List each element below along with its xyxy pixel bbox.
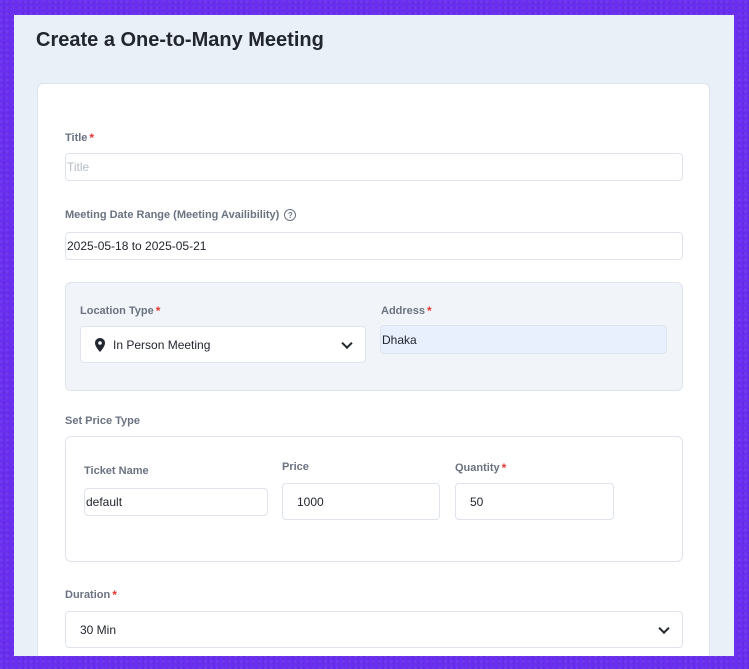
ticket-name-input[interactable]: default [84, 488, 268, 516]
date-range-label: Meeting Date Range (Meeting Availibility… [65, 209, 297, 221]
title-label: Title * [65, 131, 94, 145]
required-marker: * [155, 304, 161, 318]
required-marker: * [501, 461, 507, 475]
quantity-input[interactable]: 50 [455, 483, 614, 520]
required-marker: * [89, 131, 95, 145]
duration-select[interactable]: 30 Min [65, 611, 683, 648]
address-label: Address * [381, 304, 432, 318]
price-label: Price [282, 461, 309, 473]
location-type-label: Location Type * [80, 304, 160, 318]
date-range-input[interactable]: 2025-05-18 to 2025-05-21 [65, 232, 683, 260]
location-type-select[interactable]: In Person Meeting [80, 326, 366, 363]
chevron-down-icon [341, 337, 353, 349]
date-range-label-text: Meeting Date Range (Meeting Availibility… [65, 209, 280, 221]
duration-value: 30 Min [80, 622, 117, 637]
form-window: Create a One-to-Many Meeting Title * Tit… [14, 15, 734, 656]
required-marker: * [427, 304, 432, 318]
location-panel: Location Type * In Person Meeting Addres… [65, 282, 683, 391]
map-pin-icon [95, 337, 105, 352]
title-label-text: Title [65, 132, 88, 144]
price-type-label: Set Price Type [65, 415, 140, 427]
address-label-text: Address [381, 305, 426, 317]
quantity-label-text: Quantity [455, 462, 500, 474]
price-input[interactable]: 1000 [282, 483, 440, 520]
duration-label: Duration * [65, 588, 117, 602]
ticket-panel: Ticket Name default Price 1000 Quantity … [65, 436, 683, 562]
title-input[interactable]: Title [65, 153, 683, 181]
page-title: Create a One-to-Many Meeting [36, 29, 324, 51]
ticket-name-label: Ticket Name [84, 465, 149, 477]
help-icon[interactable]: ? [284, 209, 297, 221]
address-input[interactable]: Dhaka [380, 325, 667, 354]
meeting-form-card: Title * Title Meeting Date Range (Meetin… [37, 83, 710, 656]
chevron-down-icon [658, 622, 670, 634]
quantity-label: Quantity * [455, 461, 506, 475]
required-marker: * [112, 588, 117, 602]
duration-label-text: Duration [65, 589, 111, 601]
location-type-label-text: Location Type [80, 305, 154, 317]
location-type-value: In Person Meeting [113, 337, 211, 352]
